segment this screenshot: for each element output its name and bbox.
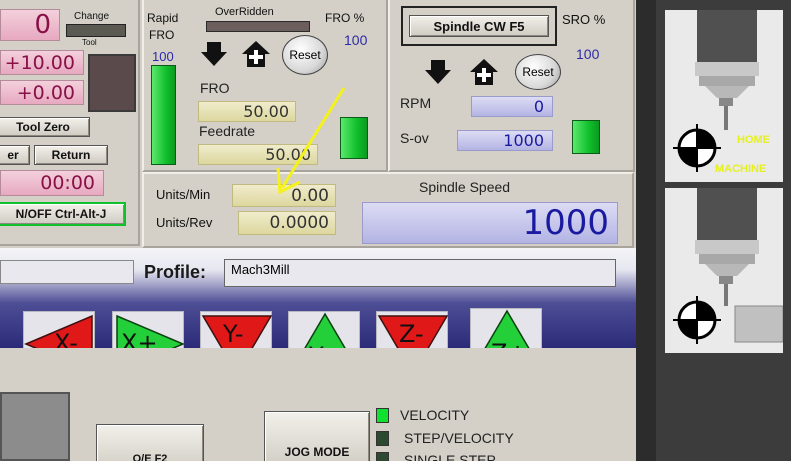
units-min-label: Units/Min <box>156 187 211 202</box>
fro-label: FRO <box>200 80 230 96</box>
onoff-label: N/OFF Ctrl-Alt-J <box>15 207 107 221</box>
velocity-label: VELOCITY <box>400 407 470 423</box>
annotation-arrow-icon <box>276 87 346 195</box>
sro-label: SRO % <box>562 12 606 27</box>
spindle-speed-display: 1000 <box>362 202 618 244</box>
sov-label: S-ov <box>400 130 429 146</box>
fro-pct-label: FRO % <box>325 11 365 25</box>
spindle-speed-label: Spindle Speed <box>419 179 511 195</box>
single-step-label: SINGLE STEP <box>404 452 496 461</box>
spindle-speed-value: 1000 <box>522 203 609 243</box>
sro-down-arrow-icon[interactable] <box>424 58 452 86</box>
sro-value: 100 <box>576 46 600 62</box>
velocity-indicator <box>376 408 389 423</box>
jog-mode-label: JOG MODE <box>284 445 350 459</box>
fro-pct-value: 100 <box>344 32 368 48</box>
tool-display-bottom <box>665 188 783 353</box>
step-velocity-label: STEP/VELOCITY <box>404 430 514 446</box>
y-minus-label: Y- <box>223 320 244 348</box>
single-step-indicator <box>376 452 389 461</box>
units-rev-value: 0.0000 <box>269 213 329 233</box>
tool-image-box <box>88 54 136 112</box>
profile-left-field <box>0 260 134 284</box>
feedrate-label: Feedrate <box>199 123 256 139</box>
sov-value: 1000 <box>503 131 544 150</box>
er-button[interactable]: er <box>0 145 30 165</box>
rapid-slider-bar[interactable] <box>151 65 176 165</box>
ofe-button[interactable]: O/E F2 <box>96 424 204 461</box>
return-button[interactable]: Return <box>34 145 108 165</box>
home-label: HOME <box>737 134 770 146</box>
machine-label: MACHINE <box>715 163 767 175</box>
return-label: Return <box>51 148 91 162</box>
tool-number-display: 0 <box>0 9 60 41</box>
units-rev-display: 0.0000 <box>238 211 336 235</box>
jog-mode-button[interactable]: JOG MODE <box>264 411 370 461</box>
rapid-value: 100 <box>152 49 174 64</box>
profile-value: Mach3Mill <box>231 262 290 277</box>
timer-display: 00:00 <box>0 170 104 196</box>
spindle-tool-icon <box>673 10 759 172</box>
rpm-value: 0 <box>533 97 544 116</box>
tool-offset-zero-value: +0.00 <box>16 82 75 104</box>
rpm-display: 0 <box>471 96 553 117</box>
spindle-cw-label: Spindle CW F5 <box>433 18 525 34</box>
rpm-label: RPM <box>400 95 432 111</box>
fro-up-plus-icon[interactable] <box>241 40 271 68</box>
tool-offset-plus-display: +10.00 <box>0 50 84 75</box>
overridden-indicator <box>206 21 310 32</box>
spindle-cw-button[interactable]: Spindle CW F5 <box>401 6 557 46</box>
tool-display-top: HOME MACHINE <box>665 10 783 182</box>
tool-zero-label: Tool Zero <box>16 120 70 134</box>
timer-value: 00:00 <box>40 172 95 194</box>
units-rev-label: Units/Rev <box>156 215 213 230</box>
tool-zero-button[interactable]: Tool Zero <box>0 117 90 137</box>
rapid-label: Rapid <box>147 11 179 25</box>
ofe-label: O/E F2 <box>132 453 168 461</box>
sro-slider-bar[interactable] <box>572 120 600 154</box>
er-label: er <box>7 148 19 162</box>
profile-label: Profile: <box>144 262 207 282</box>
step-velocity-indicator <box>376 431 389 446</box>
spindle-workpiece-icon <box>673 188 783 344</box>
fro-reset-button[interactable]: Reset <box>282 35 328 75</box>
tool-offset-zero-display: +0.00 <box>0 80 84 105</box>
sro-up-plus-icon[interactable] <box>469 58 499 86</box>
overridden-label: OverRidden <box>215 6 274 18</box>
change-tool-label: Change <box>74 11 110 22</box>
tool-offset-plus-value: +10.00 <box>4 52 75 74</box>
sro-reset-label: Reset <box>522 65 554 79</box>
change-tool-indicator[interactable] <box>66 24 126 37</box>
rapid-fro-label: FRO <box>149 28 175 42</box>
sro-reset-button[interactable]: Reset <box>515 54 561 90</box>
fro-reset-label: Reset <box>289 48 321 62</box>
tool-sublabel: Tool <box>82 38 97 47</box>
fro-down-arrow-icon[interactable] <box>200 40 228 68</box>
spindle-cw-inner: Spindle CW F5 <box>409 15 549 37</box>
profile-field: Mach3Mill <box>224 259 616 287</box>
z-minus-label: Z- <box>399 320 424 348</box>
onoff-button[interactable]: N/OFF Ctrl-Alt-J <box>0 202 126 226</box>
sov-display: 1000 <box>457 130 553 151</box>
tool-number-value: 0 <box>34 10 51 40</box>
bottom-left-block <box>0 392 70 461</box>
